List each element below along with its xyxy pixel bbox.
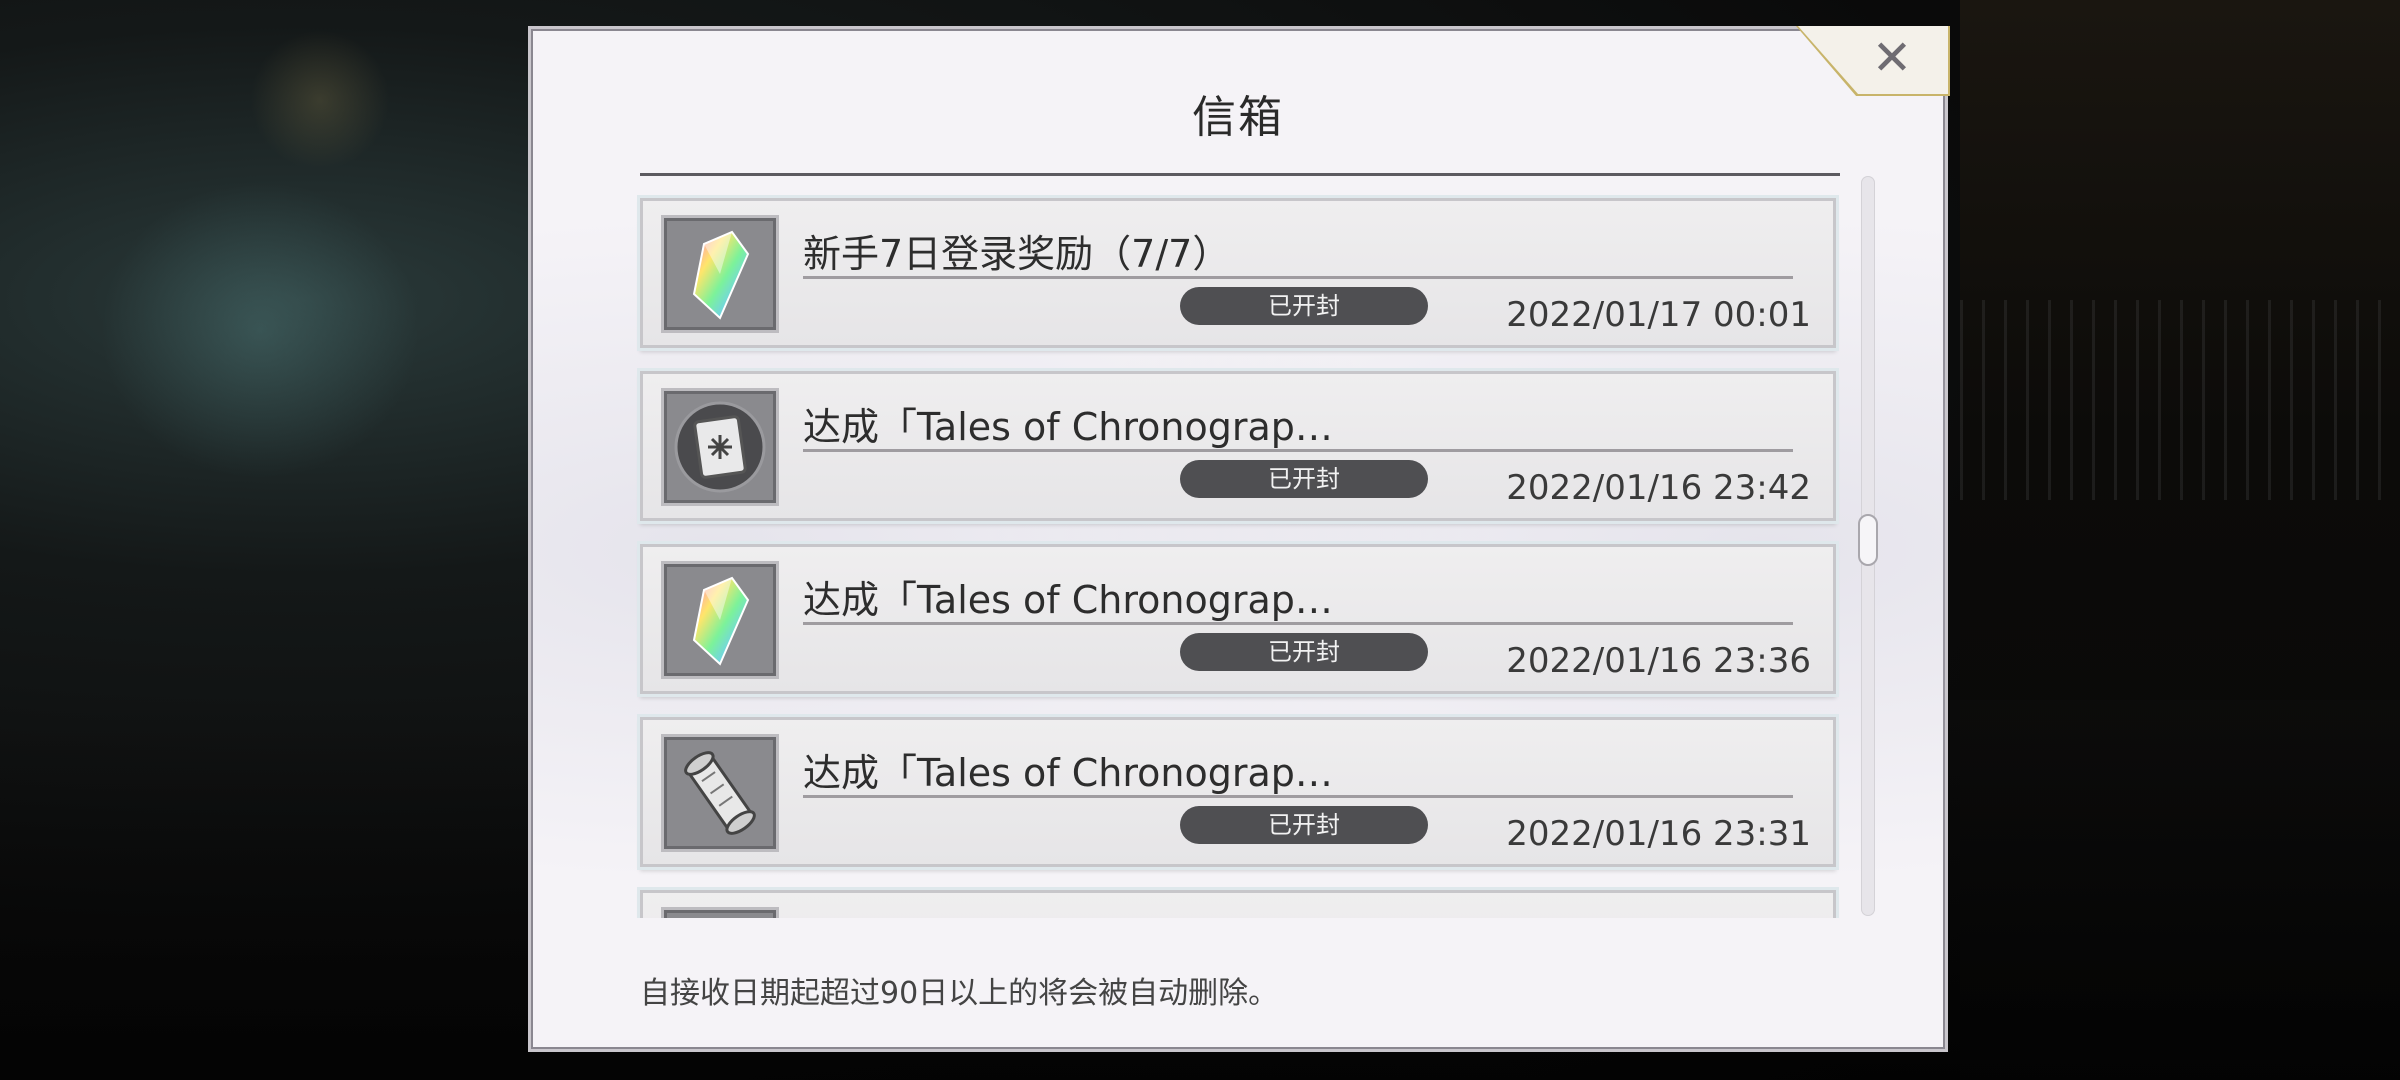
mail-title: 达成「Tales of Chronograp… (803, 578, 1333, 622)
mail-status-badge: 已开封 (1180, 633, 1428, 671)
auto-delete-notice: 自接收日期起超过90日以上的将会被自动删除。 (640, 976, 1279, 1011)
mail-title: 新手7日登录奖励（7/7） (803, 232, 1231, 276)
mail-list-scroll-thumb[interactable] (1858, 514, 1878, 566)
mail-item[interactable]: 新手7日登录奖励（7/7） 已开封 2022/01/17 00:01 (640, 198, 1836, 348)
mail-item[interactable]: 达成「Tales of Chronograp… 已开封 2022/01/16 2… (640, 371, 1836, 521)
mail-item[interactable]: 达成「Tales of Chronograp… 已开封 2022/01/16 2… (640, 717, 1836, 867)
mail-status-badge: 已开封 (1180, 460, 1428, 498)
close-icon[interactable]: ✕ (1862, 30, 1922, 86)
rainbow-crystal-icon (692, 230, 750, 320)
mail-title-underline (803, 449, 1793, 452)
mail-date: 2022/01/17 00:01 (1506, 295, 1811, 335)
rainbow-crystal-icon (692, 576, 750, 666)
mail-item-icon-frame (661, 734, 779, 852)
mail-date: 2022/01/16 23:31 (1506, 814, 1811, 854)
mail-title-underline (803, 622, 1793, 625)
background-lamp-glow (250, 30, 390, 170)
book-icon (674, 401, 766, 493)
mail-item-icon-frame (661, 215, 779, 333)
mail-item-icon-frame (661, 561, 779, 679)
mail-item-icon-frame (661, 907, 779, 918)
mail-title-underline (803, 276, 1793, 279)
mail-title: 达成「Tales of Chronograp… (803, 751, 1333, 795)
mail-status-badge: 已开封 (1180, 287, 1428, 325)
dialog-title: 信箱 (1192, 92, 1284, 143)
background-fountain-glow (100, 180, 420, 480)
mail-date: 2022/01/16 23:36 (1506, 641, 1811, 681)
background-fence (1960, 300, 2400, 500)
mail-title-underline (803, 795, 1793, 798)
scroll-icon (684, 751, 756, 835)
mail-date: 2022/01/16 23:42 (1506, 468, 1811, 508)
mail-list[interactable]: 新手7日登录奖励（7/7） 已开封 2022/01/17 00:01 达成「Ta… (636, 190, 1842, 918)
mail-item-icon-frame (661, 388, 779, 506)
mail-item-partial[interactable] (640, 890, 1836, 918)
mail-item[interactable]: 达成「Tales of Chronograp… 已开封 2022/01/16 2… (640, 544, 1836, 694)
list-top-divider (640, 173, 1840, 176)
mail-title: 达成「Tales of Chronograp… (803, 405, 1333, 449)
mail-status-badge: 已开封 (1180, 806, 1428, 844)
